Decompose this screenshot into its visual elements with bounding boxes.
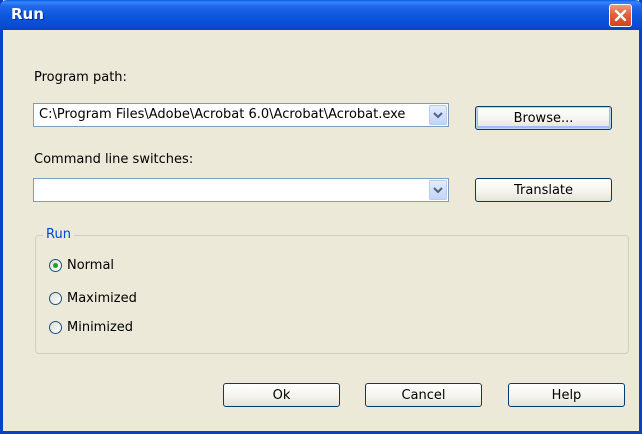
- radio-minimized-circle[interactable]: [49, 320, 62, 334]
- radio-minimized-label[interactable]: Minimized: [67, 320, 133, 335]
- run-group-legend: Run: [43, 227, 74, 242]
- close-button[interactable]: [609, 4, 632, 27]
- radio-maximized-circle[interactable]: [49, 291, 62, 305]
- run-dialog: Run Program path: C:\Program Files\Adobe…: [0, 0, 642, 434]
- radio-normal[interactable]: Normal: [49, 256, 114, 274]
- title-bar[interactable]: Run: [0, 0, 642, 30]
- radio-minimized[interactable]: Minimized: [49, 318, 133, 336]
- chevron-down-icon: [433, 186, 443, 193]
- program-path-label: Program path:: [34, 70, 127, 85]
- cancel-button[interactable]: Cancel: [365, 383, 482, 407]
- command-line-combo[interactable]: [33, 178, 449, 202]
- program-path-combo[interactable]: C:\Program Files\Adobe\Acrobat 6.0\Acrob…: [33, 103, 449, 127]
- command-line-dropdown-button[interactable]: [429, 180, 447, 200]
- radio-normal-circle[interactable]: [49, 258, 62, 272]
- browse-button[interactable]: Browse...: [475, 106, 612, 130]
- ok-button[interactable]: Ok: [223, 383, 340, 407]
- chevron-down-icon: [433, 111, 443, 118]
- command-line-label: Command line switches:: [34, 152, 194, 167]
- program-path-dropdown-button[interactable]: [429, 105, 447, 125]
- program-path-value[interactable]: C:\Program Files\Adobe\Acrobat 6.0\Acrob…: [39, 107, 424, 122]
- close-icon: [614, 9, 627, 22]
- radio-maximized-label[interactable]: Maximized: [67, 291, 137, 306]
- window-title: Run: [11, 5, 44, 23]
- translate-button[interactable]: Translate: [475, 178, 612, 202]
- radio-selected-dot: [53, 262, 58, 268]
- radio-normal-label[interactable]: Normal: [67, 258, 114, 273]
- radio-maximized[interactable]: Maximized: [49, 289, 137, 307]
- help-button[interactable]: Help: [508, 383, 625, 407]
